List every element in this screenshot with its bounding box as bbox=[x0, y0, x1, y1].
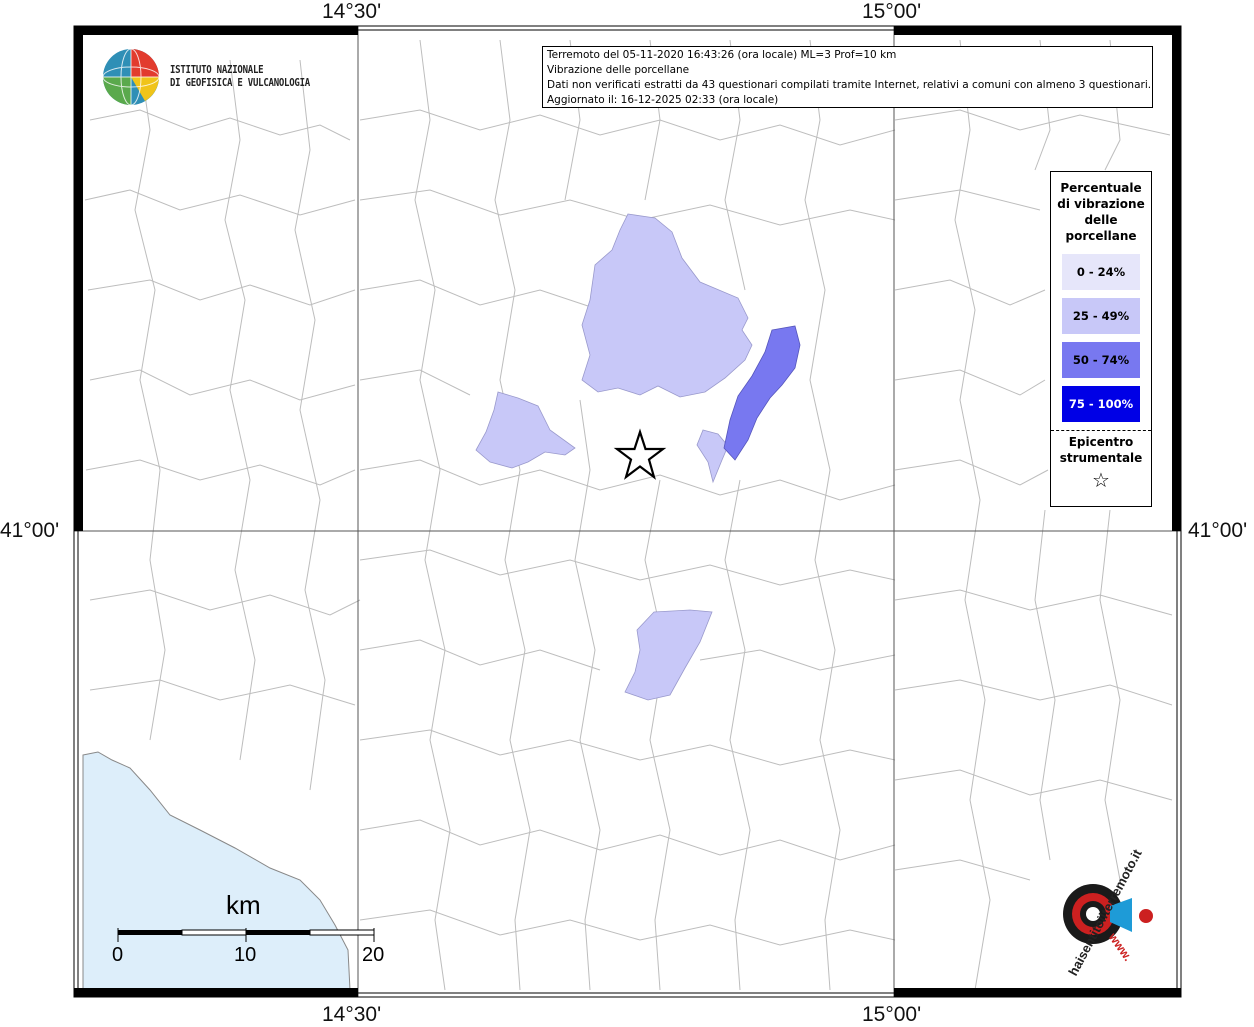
legend-title-line: delle bbox=[1084, 213, 1118, 227]
legend-epicenter-line: strumentale bbox=[1059, 451, 1143, 465]
legend-title-line: porcellane bbox=[1065, 229, 1137, 243]
municipality-25-49-west bbox=[475, 391, 576, 469]
event-info-box: Terremoto del 05-11-2020 16:43:26 (ora l… bbox=[542, 46, 1153, 108]
legend-star-icon: ☆ bbox=[1092, 468, 1110, 492]
legend-separator bbox=[1051, 430, 1151, 431]
scale-tick-10: 10 bbox=[234, 944, 257, 966]
legend-title: Percentuale di vibrazione delle porcella… bbox=[1051, 180, 1151, 244]
institute-line1: ISTITUTO NAZIONALE bbox=[170, 63, 264, 76]
legend-class-75-100: 75 - 100% bbox=[1062, 386, 1140, 422]
municipality-25-49-south bbox=[624, 609, 713, 701]
legend-epicenter-label: Epicentro strumentale bbox=[1051, 434, 1151, 466]
map-canvas[interactable] bbox=[0, 0, 1254, 1024]
municipality-25-49-north bbox=[581, 213, 753, 398]
municipal-boundaries bbox=[84, 39, 1173, 991]
legend-class-50-74: 50 - 74% bbox=[1062, 342, 1140, 378]
ingv-globe-icon bbox=[102, 48, 160, 106]
legend: Percentuale di vibrazione delle porcella… bbox=[1050, 171, 1152, 507]
epicenter-star-icon bbox=[613, 428, 667, 480]
scale-tick-0: 0 bbox=[112, 944, 124, 966]
event-data-note: Dati non verificati estratti da 43 quest… bbox=[547, 79, 1152, 91]
legend-title-line: Percentuale bbox=[1060, 181, 1142, 195]
legend-class-25-49: 25 - 49% bbox=[1062, 298, 1140, 334]
municipality-25-49-east bbox=[696, 429, 729, 484]
event-parameter: Vibrazione delle porcellane bbox=[547, 64, 690, 76]
legend-title-line: di vibrazione bbox=[1057, 197, 1145, 211]
legend-epicenter-line: Epicentro bbox=[1068, 435, 1134, 449]
institute-name: ISTITUTO NAZIONALE DI GEOFISICA E VULCAN… bbox=[170, 63, 310, 89]
legend-class-0-24: 0 - 24% bbox=[1062, 254, 1140, 290]
scale-unit: km bbox=[226, 890, 261, 920]
scale-tick-20: 20 bbox=[362, 944, 385, 966]
event-title: Terremoto del 05-11-2020 16:43:26 (ora l… bbox=[547, 49, 897, 61]
institute-line2: DI GEOFISICA E VULCANOLOGIA bbox=[170, 76, 310, 89]
event-updated: Aggiornato il: 16-12-2025 02:33 (ora loc… bbox=[547, 94, 779, 106]
